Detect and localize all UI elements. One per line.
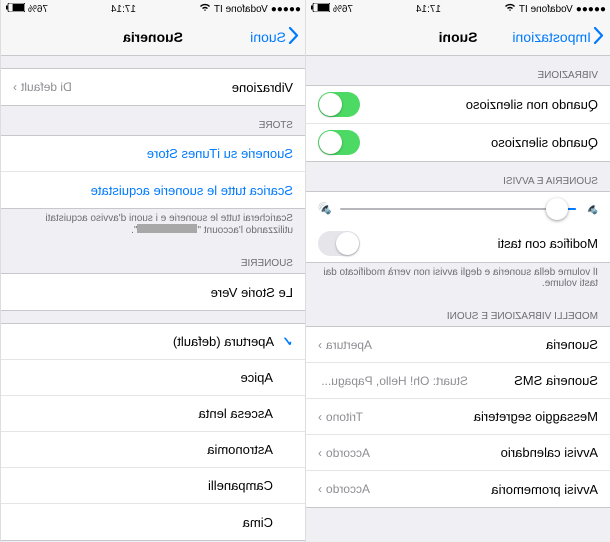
row-value: Accordo (326, 446, 370, 460)
wifi-icon (199, 3, 211, 15)
ringtone-label: Astronomia (207, 442, 293, 457)
battery-icon (310, 3, 330, 15)
back-button[interactable]: Suoni (250, 27, 299, 47)
row-label: Avvisi calendario (501, 445, 598, 460)
row-label: Suoneria SMS (514, 373, 598, 388)
chevron-right-icon: › (318, 482, 322, 496)
row-value: Di default (21, 80, 72, 94)
signal-icon: ●●●●● (271, 4, 301, 15)
section-header-suoneria-avvisi: SUONERIA E AVVISI (306, 162, 610, 191)
chevron-right-icon: › (13, 80, 17, 94)
ringtone-item[interactable]: Cima (1, 504, 305, 540)
chevron-left-icon (593, 27, 604, 47)
row-voicemail[interactable]: Messaggio segreteria Tritono › (306, 399, 610, 435)
nav-bar: Impostazioni Suoni (306, 18, 610, 56)
section-footer-volume: Il volume della suoneria e degli avvisi … (306, 263, 610, 297)
chevron-left-icon (288, 27, 299, 47)
row-vibrate-ring[interactable]: Quando non silenzioso (306, 86, 610, 124)
status-bar: ●●●●● Vodafone IT 17:14 76% (1, 0, 305, 18)
row-ringtone[interactable]: Suoneria Apertura › (306, 327, 610, 363)
ringtone-item[interactable]: Ascesa lenta (1, 396, 305, 432)
section-header-suonerie: SUONERIE (1, 244, 305, 273)
row-label: Modifica con tasti (498, 236, 598, 251)
wifi-icon (504, 3, 516, 15)
status-bar: ●●●●● Vodafone IT 17:14 76% (306, 0, 610, 18)
volume-slider-row[interactable]: 🔈 🔊 (306, 192, 610, 225)
section-footer-store: Scaricherai tutte le suonerie e i suoni … (1, 209, 305, 244)
battery-pct: 76% (333, 4, 353, 15)
row-itunes-store[interactable]: Suonerie su iTunes Store (1, 136, 305, 172)
chevron-right-icon: › (318, 410, 322, 424)
row-label: Messaggio segreteria (474, 409, 598, 424)
switch-vibrate-silent[interactable] (318, 130, 360, 155)
row-change-with-buttons[interactable]: Modifica con tasti (306, 225, 610, 262)
row-vibrate-silent[interactable]: Quando silenzioso (306, 124, 610, 161)
switch-vibrate-ring[interactable] (318, 92, 360, 117)
section-header-modelli: MODELLI VIBRAZIONE E SUONI (306, 297, 610, 326)
ringtone-item[interactable]: Campanelli (1, 468, 305, 504)
carrier-label: Vodafone IT (519, 4, 573, 15)
check-icon: ✓ (282, 334, 293, 350)
time-label: 17:14 (111, 4, 136, 15)
ringtone-label: Le Storie Vere (211, 285, 293, 300)
row-label: Vibrazione (232, 80, 293, 95)
time-label: 17:14 (416, 4, 441, 15)
volume-slider[interactable] (340, 208, 577, 210)
signal-icon: ●●●●● (576, 4, 606, 15)
row-text-tone[interactable]: Suoneria SMS Stuart: Oh! Hello, Papagu..… (306, 363, 610, 399)
phone-right-ringtone: ●●●●● Vodafone IT 17:14 76% Suoni Suoner… (0, 0, 305, 542)
back-label: Suoni (250, 29, 286, 45)
redacted-account (137, 224, 197, 233)
nav-bar: Suoni Suoneria (1, 18, 305, 56)
chevron-right-icon: › (318, 446, 322, 460)
ringtone-label: Apice (240, 370, 293, 385)
carrier-label: Vodafone IT (214, 4, 268, 15)
row-download-all[interactable]: Scarica tutte le suonerie acquistate (1, 172, 305, 208)
row-value: Tritono (326, 410, 363, 424)
ringtone-label: Cima (243, 515, 293, 530)
battery-pct: 76% (28, 4, 48, 15)
section-header-vibrazione: VIBRAZIONE (306, 56, 610, 85)
row-label: Quando non silenzioso (466, 97, 598, 112)
ringtone-label: Apertura (default) (173, 334, 274, 349)
row-value: Stuart: Oh! Hello, Papagu... (321, 374, 468, 388)
ringtone-item[interactable]: Astronomia (1, 432, 305, 468)
section-header-store: STORE (1, 106, 305, 135)
back-label: Impostazioni (512, 29, 591, 45)
row-label: Avvisi promemoria (491, 482, 598, 497)
link-label: Scarica tutte le suonerie acquistate (91, 183, 293, 198)
ringtone-label: Campanelli (208, 478, 293, 493)
link-label: Suonerie su iTunes Store (147, 146, 293, 161)
row-value: Apertura (326, 338, 372, 352)
back-button[interactable]: Impostazioni (512, 27, 604, 47)
row-label: Suoneria (546, 337, 598, 352)
row-reminder-alerts[interactable]: Avvisi promemoria Accordo › (306, 471, 610, 507)
speaker-low-icon: 🔈 (584, 202, 598, 215)
content: VIBRAZIONE Quando non silenzioso Quando … (306, 56, 610, 542)
battery-icon (5, 3, 25, 15)
row-value: Accordo (326, 482, 370, 496)
content: Vibrazione Di default › STORE Suonerie s… (1, 56, 305, 542)
ringtone-item[interactable]: ✓ Apertura (default) (1, 324, 305, 360)
switch-change-with-buttons[interactable] (318, 231, 360, 256)
ringtone-custom[interactable]: Le Storie Vere (1, 274, 305, 310)
chevron-right-icon: › (318, 338, 322, 352)
speaker-high-icon: 🔊 (318, 202, 332, 215)
ringtone-item[interactable]: Apice (1, 360, 305, 396)
row-vibration-pattern[interactable]: Vibrazione Di default › (1, 69, 305, 105)
row-calendar-alerts[interactable]: Avvisi calendario Accordo › (306, 435, 610, 471)
phone-left-sounds: ●●●●● Vodafone IT 17:14 76% Impostazioni… (305, 0, 610, 542)
row-label: Quando silenzioso (491, 135, 598, 150)
ringtone-label: Ascesa lenta (199, 406, 293, 421)
